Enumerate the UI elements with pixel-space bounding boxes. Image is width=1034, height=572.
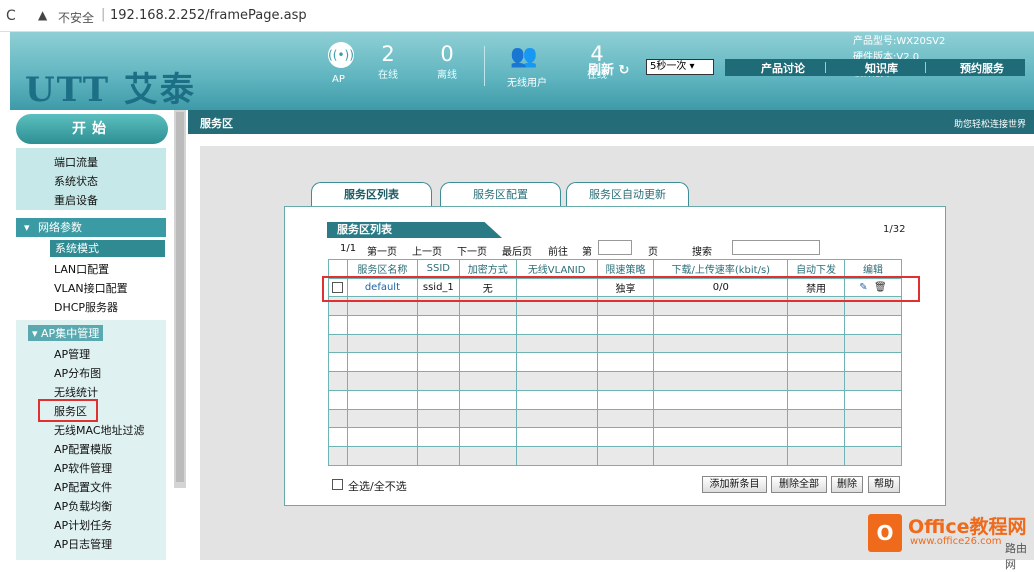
search-input[interactable] (732, 240, 820, 255)
sidebar-item-ap-manage[interactable]: AP管理 (54, 346, 90, 362)
content-header: 服务区 助您轻松连接世界 (188, 110, 1034, 134)
highlight-row (322, 276, 920, 302)
table-row (328, 389, 902, 410)
sidebar-section-network[interactable]: ▾ 网络参数 (16, 218, 166, 237)
delete-button[interactable]: 删除 (831, 476, 863, 493)
sidebar-section-ap[interactable]: ▾ AP集中管理 (28, 325, 104, 341)
sidebar-item-lan[interactable]: LAN口配置 (54, 261, 109, 277)
table-title: 服务区列表 (327, 222, 502, 238)
watermark-title: Office教程网 (908, 516, 1027, 538)
nav-product-discussion[interactable]: 产品讨论 (761, 60, 805, 76)
add-entry-button[interactable]: 添加新条目 (702, 476, 767, 493)
watermark-road: 路由网 (1005, 542, 1027, 571)
select-all-label[interactable]: 全选/全不选 (348, 478, 407, 494)
help-button[interactable]: 帮助 (868, 476, 900, 493)
table-row (328, 352, 902, 373)
delete-all-button[interactable]: 删除全部 (771, 476, 827, 493)
pager-last[interactable]: 最后页 (502, 243, 532, 258)
header-divider (484, 46, 485, 86)
nav-appointment[interactable]: 预约服务 (960, 60, 1004, 76)
page-title: 服务区 (200, 117, 233, 130)
sidebar-item-reboot[interactable]: 重启设备 (54, 192, 98, 208)
sidebar-item-ap-schedule[interactable]: AP计划任务 (54, 517, 112, 533)
sidebar-item-mac-filter[interactable]: 无线MAC地址过滤 (54, 422, 145, 438)
wireless-users-icon: 👥 (510, 44, 538, 69)
expand-icon: ▾ (24, 221, 30, 234)
sidebar-item-system-mode[interactable]: 系统模式 (50, 240, 165, 257)
highlight-service-zone (38, 399, 98, 422)
pager-next[interactable]: 下一页 (457, 243, 487, 258)
help-link[interactable]: 助您轻松连接世界 (954, 117, 1026, 130)
browser-address-bar[interactable]: C ▲ 不安全 | 192.168.2.252/framePage.asp (0, 0, 1034, 32)
top-nav: 产品讨论 知识库 预约服务 (725, 59, 1025, 76)
watermark-url: www.office26.com (910, 536, 1002, 547)
table-row (328, 315, 902, 335)
pager-ye: 页 (648, 247, 658, 258)
sidebar-item-dhcp[interactable]: DHCP服务器 (54, 299, 118, 315)
pager-goto[interactable]: 前往 (548, 243, 568, 258)
sidebar-item-ap-config-file[interactable]: AP配置文件 (54, 479, 112, 495)
tab-service-zone-config[interactable]: 服务区配置 (440, 182, 561, 206)
url-separator: | (101, 7, 106, 22)
ap-label: AP (332, 74, 345, 85)
warning-icon: ▲ (38, 8, 48, 22)
sidebar-item-ap-software[interactable]: AP软件管理 (54, 460, 112, 476)
stat-offline-ap: 0 离线 (437, 42, 457, 81)
pager-prev[interactable]: 上一页 (412, 243, 442, 258)
sidebar-scroll-thumb[interactable] (176, 112, 184, 482)
sidebar-item-ap-log[interactable]: AP日志管理 (54, 536, 112, 552)
sidebar: 开始 端口流量 系统状态 重启设备 ▾ 网络参数 系统模式 LAN口配置 VLAN… (10, 110, 174, 560)
utt-logo: UTT 艾泰 (25, 70, 196, 110)
tab-service-zone-auto-update[interactable]: 服务区自动更新 (566, 182, 689, 206)
select-all-checkbox[interactable] (332, 479, 343, 490)
table-row (328, 371, 902, 391)
table-row (328, 445, 902, 466)
office-logo-icon: O (868, 514, 902, 552)
pager-di: 第 (582, 247, 592, 258)
pager-first[interactable]: 第一页 (367, 243, 397, 258)
wireless-users-label: 无线用户 (507, 78, 547, 89)
expand-icon: ▾ (32, 327, 38, 340)
tab-service-zone-list[interactable]: 服务区列表 (311, 182, 432, 206)
search-label: 搜索 (692, 247, 712, 258)
sidebar-item-ap-map[interactable]: AP分布图 (54, 365, 101, 381)
stat-online-ap: 2 在线 (378, 42, 398, 81)
table-row (328, 408, 902, 429)
product-model: 产品型号:WX20SV2 (853, 36, 946, 47)
nav-knowledge-base[interactable]: 知识库 (865, 60, 898, 76)
reload-icon[interactable]: C (6, 8, 16, 24)
pager-page: 1/1 (340, 243, 357, 254)
page-number-input[interactable] (598, 240, 632, 255)
table-row (328, 427, 902, 447)
table-row (328, 333, 902, 354)
refresh-button[interactable]: 刷新 ↻ (588, 59, 629, 78)
refresh-interval-select[interactable]: 5秒一次 ▾ (646, 59, 714, 75)
sidebar-item-wireless-stats[interactable]: 无线统计 (54, 384, 98, 400)
sidebar-item-vlan[interactable]: VLAN接口配置 (54, 280, 128, 296)
sidebar-item-ap-load-balance[interactable]: AP负载均衡 (54, 498, 112, 514)
url-text[interactable]: 192.168.2.252/framePage.asp (110, 8, 307, 23)
start-button[interactable]: 开始 (16, 114, 168, 144)
sidebar-item-port-traffic[interactable]: 端口流量 (54, 154, 98, 170)
ap-wifi-icon: ((•)) (328, 42, 354, 68)
nav-divider (925, 62, 926, 73)
nav-divider (825, 62, 826, 73)
page-count: 1/32 (883, 224, 906, 235)
insecure-label: 不安全 (58, 11, 95, 25)
sidebar-item-ap-template[interactable]: AP配置模版 (54, 441, 112, 457)
sidebar-item-system-status[interactable]: 系统状态 (54, 173, 98, 189)
